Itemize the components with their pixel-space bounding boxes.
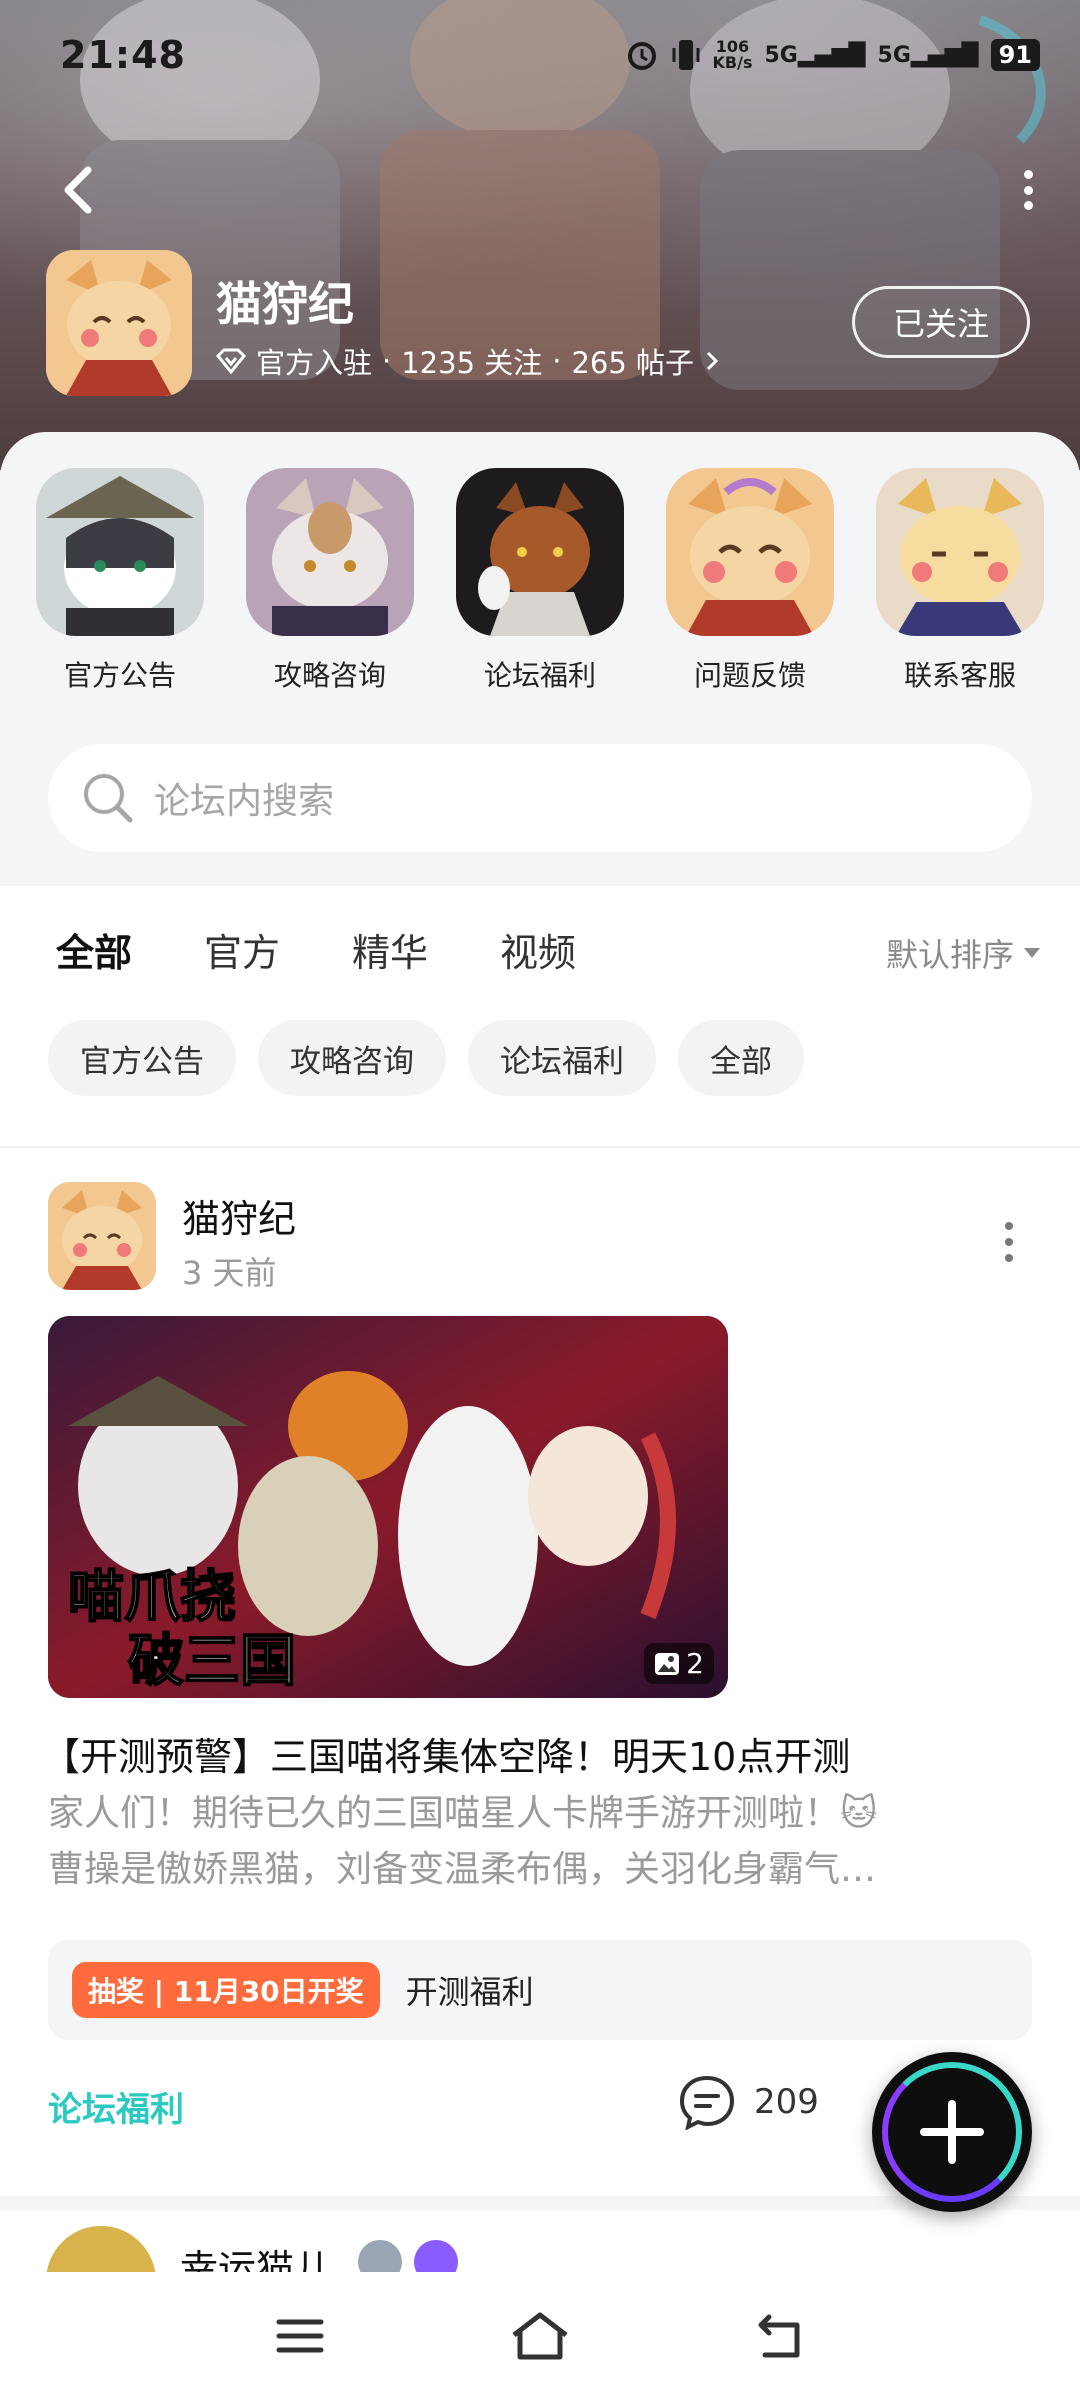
comment-count: 209 [754,2082,819,2122]
more-options-button[interactable] [1016,170,1040,210]
game-title: 猫狩纪 [216,277,354,331]
image-caption-line1: 喵爪挠 [68,1564,236,1630]
image-icon [655,1652,680,1675]
menu-icon [276,2319,324,2353]
next-post-author[interactable]: 幸运猫儿 [180,2238,332,2272]
signal-5g-2: 5G▂▄▆█ [877,42,979,68]
quick-link-guides[interactable]: 攻略咨询 [225,468,435,694]
feedback-cat-icon [666,468,834,636]
forum-header-banner: 21:48 106 KB/s 5G▂▄▆█ 5G▂▄▆█ 91 猫狩纪 官方入驻 … [0,0,1080,470]
tab-all[interactable]: 全部 [56,922,132,983]
tab-featured[interactable]: 精华 [352,922,428,977]
back-button[interactable] [50,160,110,220]
post-more-button[interactable] [1004,1222,1014,1262]
post-image[interactable]: 喵爪挠 破三国 2 [48,1316,728,1698]
post-author-name[interactable]: 猫狩纪 [182,1188,296,1243]
support-cat-icon [876,468,1044,636]
search-icon [84,774,133,823]
guide-cat-icon [246,468,414,636]
chip-guides[interactable]: 攻略咨询 [258,1020,446,1096]
post-author-avatar[interactable] [48,1182,156,1290]
announcement-cat-icon [36,468,204,636]
post-title[interactable]: 【开测预警】三国喵将集体空降！明天10点开测 [42,1726,850,1781]
sort-dropdown[interactable]: 默认排序 [886,930,1040,976]
tab-video[interactable]: 视频 [500,922,576,977]
game-meta[interactable]: 官方入驻 · 1235 关注 · 265 帖子 [216,340,720,382]
home-button[interactable] [510,2306,570,2366]
tab-official[interactable]: 官方 [204,922,280,977]
diamond-verified-icon [216,348,246,374]
follow-button[interactable]: 已关注 [852,286,1030,358]
next-post-card[interactable]: 幸运猫儿 [0,2210,1080,2272]
back-arrow-icon [758,2314,800,2358]
status-icons: 106 KB/s 5G▂▄▆█ 5G▂▄▆█ 91 [625,37,1040,72]
chip-all[interactable]: 全部 [678,1020,804,1096]
level-badge-icon [358,2240,402,2272]
forum-quick-panel: 官方公告 攻略咨询 论坛福利 问题反馈 联系客服 论坛内搜索 [0,432,1080,887]
alarm-icon [627,42,656,70]
quick-link-support[interactable]: 联系客服 [855,468,1065,694]
search-placeholder: 论坛内搜索 [154,781,335,822]
post-time: 3 天前 [182,1254,277,1292]
comment-icon [679,2075,735,2130]
create-post-button[interactable] [872,2052,1032,2212]
chevron-right-icon [707,351,719,371]
image-count-badge: 2 [644,1643,714,1684]
chip-announcements[interactable]: 官方公告 [48,1020,236,1096]
chip-welfare[interactable]: 论坛福利 [468,1020,656,1096]
vibrate-icon [672,40,699,70]
status-bar: 21:48 106 KB/s 5G▂▄▆█ 5G▂▄▆█ 91 [60,30,1040,80]
comment-button[interactable]: 209 [678,2074,819,2130]
game-avatar[interactable] [46,250,192,396]
quick-links: 官方公告 攻略咨询 论坛福利 问题反馈 联系客服 [0,468,1080,694]
quick-link-announcements[interactable]: 官方公告 [15,468,225,694]
lottery-badge: 抽奖 | 11月30日开奖 [72,1962,380,2018]
back-nav-button[interactable] [750,2306,810,2366]
welfare-cat-icon [456,468,624,636]
battery-indicator: 91 [990,39,1040,71]
net-speed: 106 KB/s [712,37,753,72]
signal-5g-1: 5G▂▄▆█ [764,42,866,68]
lottery-card[interactable]: 抽奖 | 11月30日开奖 开测福利 [48,1940,1032,2040]
next-post-avatar[interactable] [46,2226,156,2272]
caret-down-icon [1024,948,1040,958]
plus-icon [920,2100,984,2164]
quick-link-feedback[interactable]: 问题反馈 [645,468,855,694]
image-caption-line2: 破三国 [128,1628,296,1694]
system-navigation-bar [0,2272,1080,2400]
status-time: 21:48 [60,33,186,77]
developer-badge-icon [414,2240,458,2272]
chevron-left-icon [64,166,92,214]
recent-apps-button[interactable] [270,2306,330,2366]
post-category-tag[interactable]: 论坛福利 [48,2082,184,2131]
category-chips: 官方公告 攻略咨询 论坛福利 全部 [48,1020,804,1096]
home-icon [512,2312,568,2360]
lottery-title: 开测福利 [405,1973,534,2011]
post-excerpt[interactable]: 家人们！期待已久的三国喵星人卡牌手游开测啦！🐱 曹操是傲娇黑猫，刘备变温柔布偶，… [48,1786,1032,1898]
forum-search-input[interactable]: 论坛内搜索 [48,744,1032,852]
divider [0,1146,1080,1148]
feed-tabs: 全部 官方 精华 视频 [56,922,576,983]
quick-link-welfare[interactable]: 论坛福利 [435,468,645,694]
